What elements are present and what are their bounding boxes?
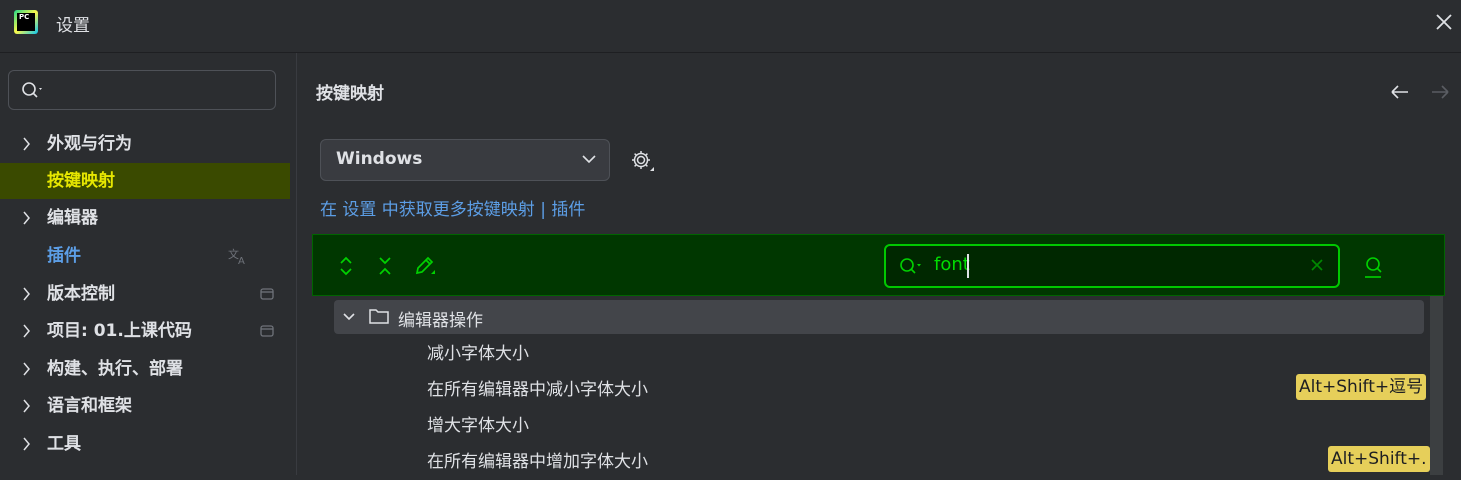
title-bar [0, 0, 1461, 53]
tree-row[interactable]: 在所有编辑器中减小字体大小 [427, 372, 648, 408]
chevron-right-icon [23, 437, 30, 451]
clear-icon[interactable] [1310, 258, 1324, 272]
chevron-right-icon [23, 399, 30, 413]
sidebar-item-label: 外观与行为 [47, 134, 132, 154]
chevron-right-icon [23, 137, 30, 151]
scrollbar[interactable] [1430, 296, 1443, 475]
chevron-down-icon [582, 155, 596, 164]
close-icon[interactable] [1432, 10, 1456, 34]
pycharm-logo-icon: PC [14, 10, 38, 34]
sidebar-item-vcs[interactable]: 版本控制 [0, 276, 290, 312]
shortcut-badge: Alt+Shift+逗号 [1296, 374, 1427, 400]
keymap-search-value: font [934, 254, 970, 275]
collapse-all-icon[interactable] [373, 254, 397, 278]
expand-all-icon[interactable] [334, 254, 358, 278]
arrow-left-icon[interactable] [1388, 82, 1412, 102]
translate-icon: 文 A [228, 247, 245, 265]
sidebar-item-build[interactable]: 构建、执行、部署 [0, 351, 290, 387]
sidebar-item-label: 版本控制 [47, 284, 115, 304]
window-title: 设置 [56, 16, 90, 36]
window-icon [260, 325, 274, 337]
more-keymaps-link[interactable]: 在 设置 中获取更多按键映射 | 插件 [320, 195, 585, 220]
find-by-shortcut-icon[interactable] [1360, 254, 1388, 280]
tree-row[interactable]: 增大字体大小 [427, 408, 529, 444]
folder-icon [369, 309, 389, 324]
arrow-right-icon[interactable] [1428, 82, 1452, 102]
sidebar-item-label: 工具 [47, 434, 81, 454]
sidebar-item-editor[interactable]: 编辑器 [0, 200, 290, 236]
settings-search-input[interactable] [8, 70, 276, 110]
sidebar-item-project[interactable]: 项目: 01.上课代码 [0, 313, 290, 349]
tree-group-label: 编辑器操作 [398, 311, 483, 331]
sidebar-item-appearance[interactable]: 外观与行为 [0, 126, 290, 162]
sidebar-item-plugins[interactable]: 插件 文 A [0, 238, 290, 274]
gear-icon[interactable] [628, 147, 656, 175]
tree-group-row[interactable] [334, 300, 1424, 334]
sidebar-item-keymap[interactable]: 按键映射 [0, 163, 290, 199]
shortcut-badge: Alt+Shift+. [1328, 446, 1430, 472]
sidebar-item-tools[interactable]: 工具 [0, 426, 290, 462]
sidebar-item-label: 插件 [47, 246, 81, 266]
chevron-down-icon[interactable] [342, 311, 356, 323]
search-icon [900, 258, 921, 274]
search-icon [22, 82, 42, 98]
chevron-right-icon [23, 324, 30, 338]
sidebar-item-label: 编辑器 [47, 208, 98, 228]
chevron-right-icon [23, 362, 30, 376]
edit-pencil-icon[interactable] [412, 254, 436, 278]
sidebar-item-languages[interactable]: 语言和框架 [0, 388, 290, 424]
page-title: 按键映射 [316, 84, 384, 104]
window-icon [260, 288, 274, 300]
sidebar-item-label: 语言和框架 [47, 396, 132, 416]
sidebar-item-label: 构建、执行、部署 [47, 359, 183, 379]
tree-row[interactable]: 减小字体大小 [427, 336, 529, 372]
sidebar-item-label: 按键映射 [47, 171, 115, 191]
keymap-select-value: Windows [336, 149, 423, 169]
chevron-right-icon [23, 287, 30, 301]
text-caret [967, 254, 969, 278]
sidebar-item-label: 项目: 01.上课代码 [47, 321, 192, 341]
chevron-right-icon [23, 211, 30, 225]
svg-text:A: A [238, 256, 245, 265]
